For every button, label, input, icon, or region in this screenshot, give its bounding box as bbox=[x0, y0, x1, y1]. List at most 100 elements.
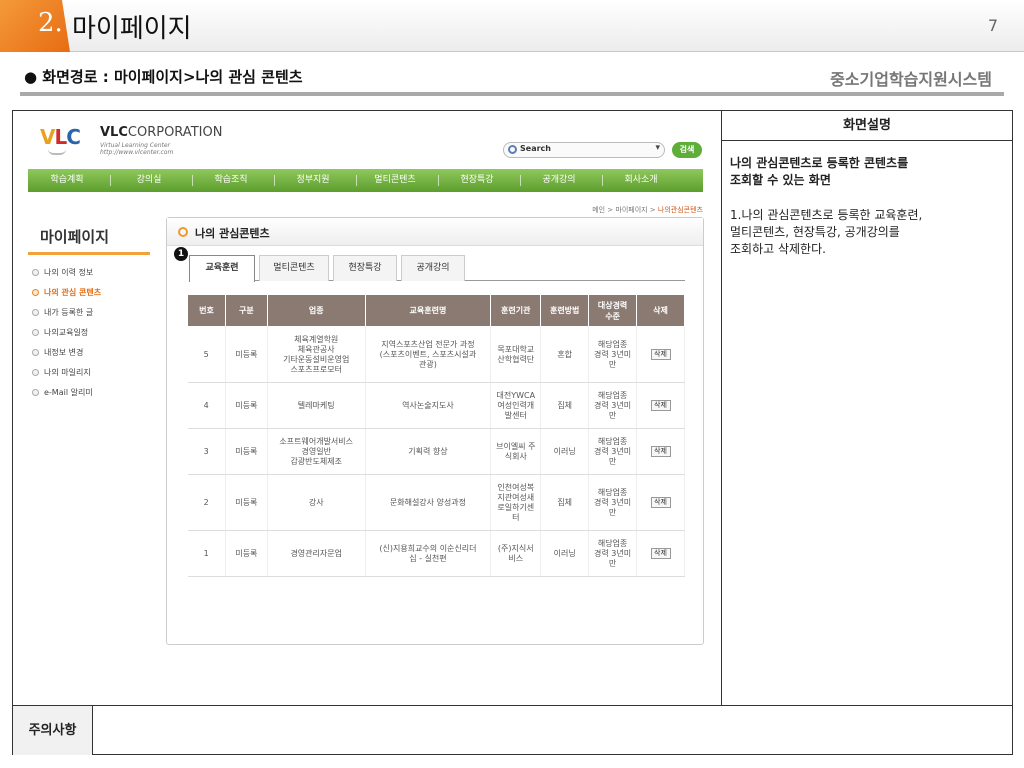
cell-industry: 강사 bbox=[267, 474, 366, 531]
cell-level: 해당업종 경력 3년미 만 bbox=[588, 530, 638, 577]
delete-button[interactable]: 삭제 bbox=[650, 497, 671, 508]
description-panel: 화면설명 나의 관심콘텐츠로 등록한 콘텐츠를 조회할 수 있는 화면 1.나의… bbox=[722, 111, 1012, 705]
nav-item-open-lecture[interactable]: 공개강의 bbox=[520, 169, 598, 192]
search-input[interactable]: Search ▾ bbox=[503, 142, 665, 158]
cell-industry: 텔레마케팅 bbox=[267, 382, 366, 429]
sidebar-item-email-alert[interactable]: e-Mail 알리미 bbox=[32, 387, 101, 407]
column-header: 교육훈련명 bbox=[364, 294, 492, 327]
sidebar-item-label: e-Mail 알리미 bbox=[44, 388, 93, 397]
description-detail: 1.나의 관심콘텐츠로 등록한 교육훈련, 멀티콘텐츠, 현장특강, 공개강의를… bbox=[730, 208, 923, 256]
notes-label: 주의사항 bbox=[13, 706, 93, 755]
cell-institution: (주)지식서 비스 bbox=[490, 530, 542, 577]
cell-course[interactable]: (신)지용희교수의 이순신리더 십 - 실천편 bbox=[365, 530, 492, 577]
content-panel: 나의 관심콘텐츠 교육훈련 멀티콘텐츠 현장특강 공개강의 번호 구분 업종 교… bbox=[166, 217, 704, 645]
delete-button[interactable]: 삭제 bbox=[650, 400, 671, 411]
tab-education[interactable]: 교육훈련 bbox=[189, 255, 255, 282]
cell-method: 집체 bbox=[540, 382, 590, 429]
content-tabs: 교육훈련 멀티콘텐츠 현장특강 공개강의 bbox=[189, 255, 685, 282]
table-header-row: 번호 구분 업종 교육훈련명 훈련기관 훈련방법 대상경력 수준 삭제 bbox=[187, 294, 685, 327]
nav-item-company[interactable]: 회사소개 bbox=[602, 169, 680, 192]
cell-industry: 경영관리자문업 bbox=[267, 530, 366, 577]
sidebar-item-label: 나의 마일리지 bbox=[44, 368, 91, 377]
cell-level: 해당업종 경력 3년미 만 bbox=[588, 474, 638, 531]
path-divider bbox=[20, 92, 1004, 96]
sidebar-item-profile[interactable]: 내정보 변경 bbox=[32, 347, 101, 367]
search-icon bbox=[508, 145, 517, 154]
nav-item-gov-support[interactable]: 정부지원 bbox=[274, 169, 352, 192]
circle-bullet-icon bbox=[178, 227, 188, 237]
breadcrumb: 메인 > 마이페이지 > 나의관심콘텐츠 bbox=[592, 205, 703, 215]
cell-course[interactable]: 문화해설강사 양성과정 bbox=[365, 474, 492, 531]
table-row: 5 미등록 체육계열학원 체육관공사 기타운동설비운영업 스포츠프로모터 지역스… bbox=[187, 326, 685, 383]
breadcrumb-path[interactable]: 메인 > 마이페이지 > bbox=[592, 206, 658, 214]
website-mockup: VLC VLCCORPORATION Virtual Learning Cent… bbox=[28, 121, 708, 651]
cell-no: 3 bbox=[187, 428, 226, 475]
sidebar-item-my-posts[interactable]: 내가 등록한 글 bbox=[32, 307, 101, 327]
delete-button[interactable]: 삭제 bbox=[650, 349, 671, 360]
bullet-icon bbox=[32, 329, 39, 336]
cell-course[interactable]: 지역스포츠산업 전문가 과정 (스포츠이벤트, 스포츠시설과 관광) bbox=[365, 326, 492, 383]
page-number: 7 bbox=[987, 16, 998, 35]
cell-course[interactable]: 기획력 향상 bbox=[365, 428, 492, 475]
column-header: 구분 bbox=[224, 294, 268, 327]
cell-level: 해당업종 경력 3년미 만 bbox=[588, 326, 638, 383]
table-row: 3 미등록 소프트웨어개발서비스 경영일반 감광반도체제조 기획력 향상 브이엘… bbox=[187, 428, 685, 475]
delete-button[interactable]: 삭제 bbox=[650, 446, 671, 457]
cell-type: 미등록 bbox=[225, 474, 268, 531]
cell-institution: 인천여성복 지관여성새 로일하기센 터 bbox=[490, 474, 542, 531]
tab-multicontent[interactable]: 멀티콘텐츠 bbox=[259, 255, 329, 281]
cell-institution: 목포대학교 산학협력단 bbox=[490, 326, 542, 383]
cell-course[interactable]: 역사논술지도사 bbox=[365, 382, 492, 429]
screen-path: ● 화면경로 : 마이페이지>나의 관심 콘텐츠 bbox=[24, 68, 303, 86]
search-button[interactable]: 검색 bbox=[672, 142, 702, 158]
cell-no: 1 bbox=[187, 530, 226, 577]
corporation-name: VLCCORPORATION bbox=[100, 125, 223, 140]
sidebar-item-label: 내정보 변경 bbox=[44, 348, 84, 357]
sidebar-item-interest-content[interactable]: 나의 관심 콘텐츠 bbox=[32, 287, 101, 307]
table-row: 1 미등록 경영관리자문업 (신)지용희교수의 이순신리더 십 - 실천편 (주… bbox=[187, 530, 685, 577]
sidebar-item-history[interactable]: 나의 이력 정보 bbox=[32, 267, 101, 287]
column-header: 삭제 bbox=[636, 294, 685, 327]
nav-item-field-lecture[interactable]: 현장특강 bbox=[438, 169, 516, 192]
description-summary: 나의 관심콘텐츠로 등록한 콘텐츠를 조회할 수 있는 화면 bbox=[730, 156, 909, 187]
nav-item-study-plan[interactable]: 학습계획 bbox=[28, 169, 106, 192]
tab-open-lecture[interactable]: 공개강의 bbox=[401, 255, 465, 281]
sidebar-item-label: 내가 등록한 글 bbox=[44, 308, 94, 317]
cell-level: 해당업종 경력 3년미 만 bbox=[588, 428, 638, 475]
cell-type: 미등록 bbox=[225, 530, 268, 577]
slide-header: 2. 마이페이지 7 bbox=[0, 0, 1024, 52]
logo-smile-icon bbox=[48, 149, 66, 155]
nav-item-learning-org[interactable]: 학습조직 bbox=[192, 169, 270, 192]
tab-field-lecture[interactable]: 현장특강 bbox=[333, 255, 397, 281]
vlc-logo[interactable]: VLC bbox=[40, 125, 81, 149]
cell-delete: 삭제 bbox=[636, 428, 685, 475]
table-row: 2 미등록 강사 문화해설강사 양성과정 인천여성복 지관여성새 로일하기센 터… bbox=[187, 474, 685, 531]
column-header: 업종 bbox=[266, 294, 366, 327]
sidebar-title: 마이페이지 bbox=[40, 228, 110, 246]
table-row: 4 미등록 텔레마케팅 역사논술지도사 대전YWCA 여성인력개 발센터 집체 … bbox=[187, 382, 685, 429]
cell-no: 5 bbox=[187, 326, 226, 383]
delete-button[interactable]: 삭제 bbox=[650, 548, 671, 559]
bullet-icon bbox=[32, 389, 39, 396]
sidebar-item-label: 나의교육일정 bbox=[44, 328, 89, 337]
nav-item-multicontent[interactable]: 멀티콘텐츠 bbox=[356, 169, 434, 192]
cell-industry: 소프트웨어개발서비스 경영일반 감광반도체제조 bbox=[267, 428, 366, 475]
notes-row: 주의사항 bbox=[13, 705, 1012, 755]
cell-no: 2 bbox=[187, 474, 226, 531]
sidebar-item-mileage[interactable]: 나의 마일리지 bbox=[32, 367, 101, 387]
nav-item-classroom[interactable]: 강의실 bbox=[110, 169, 188, 192]
main-nav-bar: 학습계획 강의실 학습조직 정부지원 멀티콘텐츠 현장특강 공개강의 회사소개 bbox=[28, 169, 703, 192]
cell-delete: 삭제 bbox=[636, 382, 685, 429]
cell-type: 미등록 bbox=[225, 326, 268, 383]
cell-delete: 삭제 bbox=[636, 474, 685, 531]
column-header: 훈련방법 bbox=[540, 294, 590, 327]
slide-title: 마이페이지 bbox=[72, 14, 192, 44]
bullet-icon bbox=[32, 349, 39, 356]
description-header: 화면설명 bbox=[722, 111, 1012, 141]
sidebar-item-schedule[interactable]: 나의교육일정 bbox=[32, 327, 101, 347]
system-name: 중소기업학습지원시스템 bbox=[830, 70, 992, 89]
chevron-down-icon[interactable]: ▾ bbox=[655, 143, 660, 153]
cell-method: 혼합 bbox=[540, 326, 590, 383]
cell-delete: 삭제 bbox=[636, 326, 685, 383]
slide-section-number: 2. bbox=[38, 8, 63, 38]
